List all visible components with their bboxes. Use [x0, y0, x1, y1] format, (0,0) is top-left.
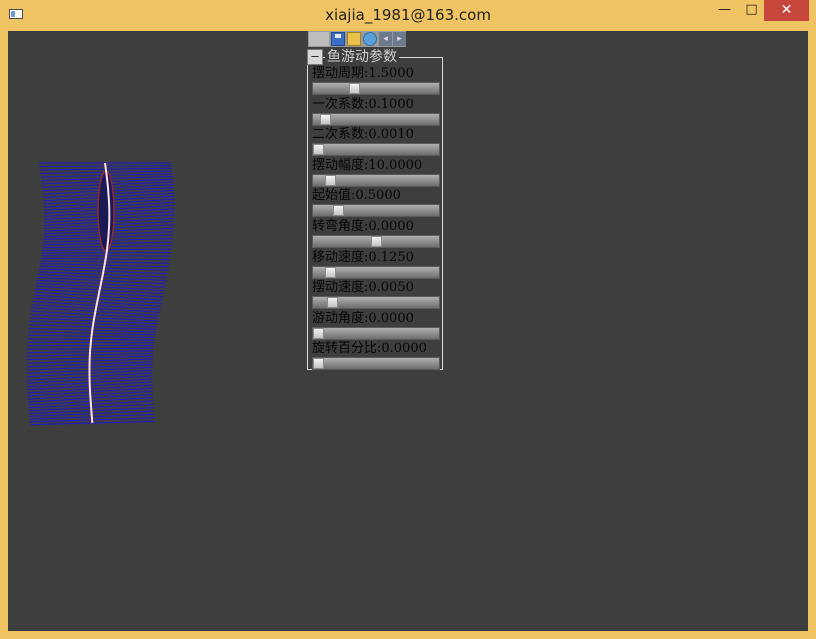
- arrow-left-icon[interactable]: ◂: [379, 32, 392, 46]
- fish-body: [97, 170, 115, 252]
- arrow-right-icon[interactable]: ▸: [393, 32, 406, 46]
- param-label: 二次系数:0.0010: [312, 127, 414, 143]
- param-slider[interactable]: [312, 265, 440, 279]
- slider-thumb[interactable]: [333, 205, 344, 217]
- param-slider[interactable]: [312, 204, 440, 218]
- param-slider[interactable]: [312, 112, 440, 126]
- collapse-button[interactable]: –: [307, 49, 323, 65]
- param-slider[interactable]: [312, 173, 440, 187]
- param-slider[interactable]: [312, 357, 440, 371]
- param-slider[interactable]: [312, 82, 440, 95]
- param-label: 一次系数:0.1000: [312, 96, 414, 112]
- param-slider[interactable]: [312, 143, 440, 157]
- refresh-icon[interactable]: [363, 32, 377, 46]
- slider-thumb[interactable]: [371, 236, 382, 247]
- panel-title: 鱼游动参数: [325, 48, 399, 66]
- toolbar: ◂ ▸: [308, 31, 406, 47]
- save-icon[interactable]: [331, 32, 345, 46]
- param-slider[interactable]: [312, 326, 440, 340]
- maximize-button[interactable]: □: [738, 0, 765, 21]
- param-label: 摆动速度:0.0050: [312, 280, 414, 296]
- title-bar: xiajia_1981@163.com — □ ✕: [0, 0, 816, 31]
- slider-thumb[interactable]: [349, 83, 360, 94]
- blank-icon[interactable]: [309, 32, 329, 46]
- open-icon[interactable]: [347, 32, 361, 46]
- slider-thumb[interactable]: [325, 266, 336, 278]
- param-slider[interactable]: [312, 235, 440, 248]
- param-slider[interactable]: [312, 296, 440, 310]
- minimize-button[interactable]: —: [711, 0, 738, 21]
- close-button[interactable]: ✕: [764, 0, 809, 21]
- param-label: 移动速度:0.1250: [312, 249, 414, 265]
- param-label: 旋转百分比:0.0000: [312, 341, 427, 357]
- param-label: 游动角度:0.0000: [312, 310, 414, 326]
- param-label: 起始值:0.5000: [312, 188, 401, 204]
- slider-thumb[interactable]: [313, 327, 324, 339]
- param-label: 摆动周期:1.5000: [312, 66, 414, 81]
- render-viewport[interactable]: ◂ ▸ – 鱼游动参数 摆动周期:1.5000 一次系数:0.1000 二次系数:0…: [8, 31, 808, 631]
- window-title: xiajia_1981@163.com: [325, 6, 491, 24]
- slider-thumb[interactable]: [320, 113, 331, 125]
- slider-thumb[interactable]: [325, 174, 336, 186]
- slider-thumb[interactable]: [313, 144, 324, 156]
- slider-thumb[interactable]: [313, 358, 324, 370]
- param-label: 转弯角度:0.0000: [312, 219, 414, 234]
- param-label: 摆动幅度:10.0000: [312, 157, 423, 173]
- slider-thumb[interactable]: [327, 297, 338, 309]
